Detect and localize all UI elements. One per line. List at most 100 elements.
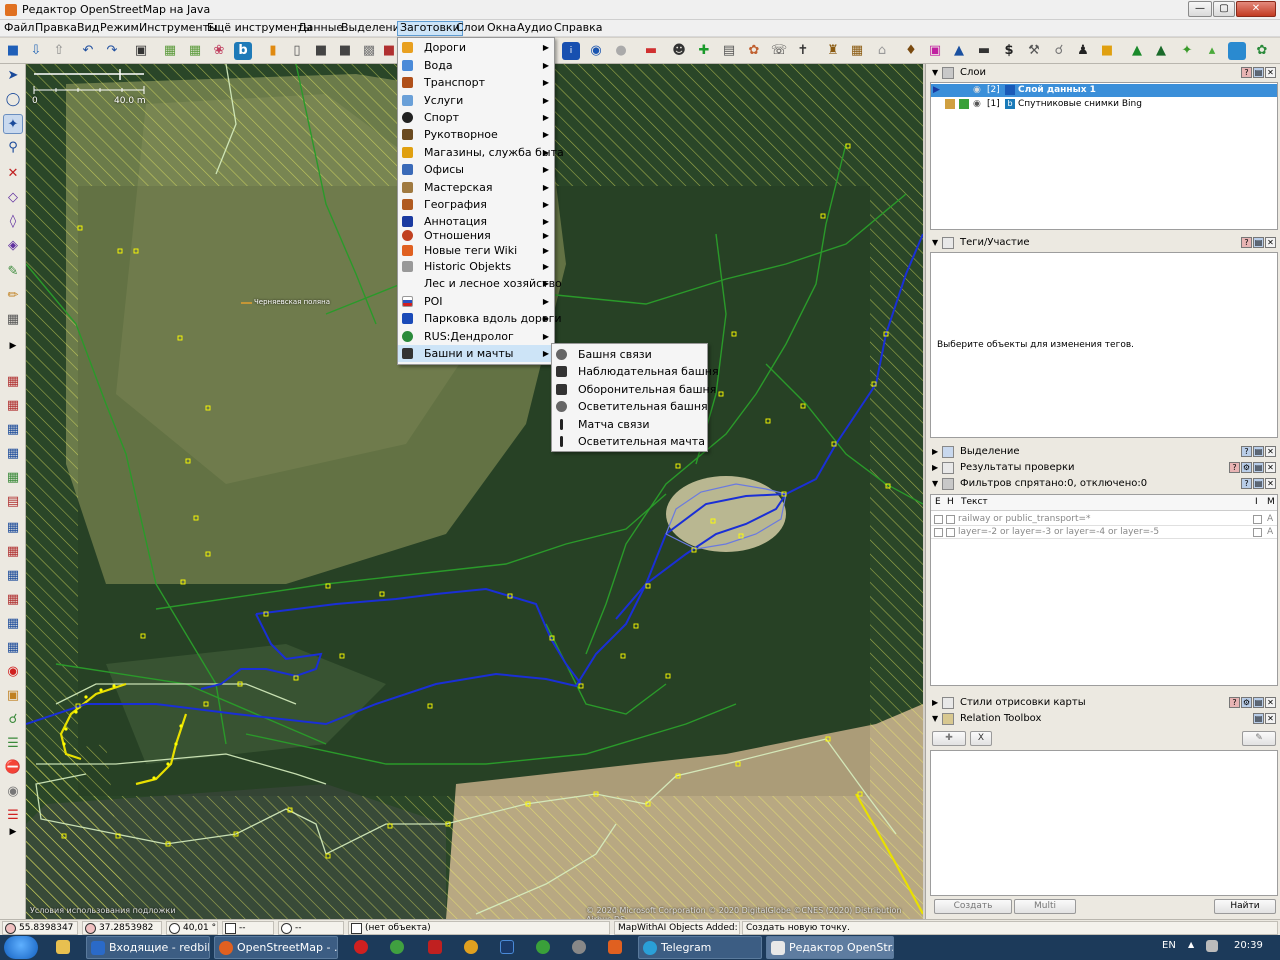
- panel-detach-button[interactable]: ▤: [1253, 713, 1264, 724]
- electronics-preset-icon[interactable]: ▬: [975, 42, 993, 60]
- pencil-tool-icon[interactable]: ✏: [3, 286, 23, 306]
- filter-row[interactable]: railway or public_transport=* A: [931, 513, 1277, 526]
- filter-inverse-checkbox[interactable]: [1253, 528, 1262, 537]
- validation-panel-header[interactable]: ▶ Результаты проверки ? ⚙ ▤ ✕: [930, 461, 1278, 476]
- col-hide[interactable]: H: [947, 495, 954, 510]
- clothes-preset-icon[interactable]: ▲: [950, 42, 968, 60]
- menu-edit[interactable]: Правка: [33, 21, 79, 36]
- preset-services[interactable]: Услуги ▶: [398, 92, 554, 109]
- shelter-preset-icon[interactable]: ⌂: [873, 42, 891, 60]
- toggle-dialog-authors-icon[interactable]: ▦: [3, 542, 23, 562]
- taskbar-telegram[interactable]: Telegram: [638, 936, 762, 959]
- preset-sport[interactable]: Спорт ▶: [398, 109, 554, 126]
- imagery-terms-link[interactable]: Условия использования подложки: [30, 906, 176, 915]
- expand-arrow-icon[interactable]: ▶: [932, 461, 938, 475]
- redo-icon[interactable]: ↷: [103, 42, 121, 60]
- bench-preset-icon[interactable]: ▤: [720, 42, 738, 60]
- russian-flag-icon[interactable]: ▬: [642, 42, 660, 60]
- info-preset-icon[interactable]: i: [562, 42, 580, 60]
- phone-preset-icon[interactable]: ☏: [770, 42, 788, 60]
- taskbar-outlook[interactable]: Входящие - redbik...: [86, 936, 210, 959]
- toggle-dialog-commands-icon[interactable]: ▦: [3, 444, 23, 464]
- wikipedia-icon[interactable]: ◉: [3, 782, 23, 802]
- preset-roads[interactable]: Дороги ▶: [398, 39, 554, 56]
- bing-icon[interactable]: b: [234, 42, 252, 60]
- toggle-dialog-filter-icon[interactable]: ▦: [3, 566, 23, 586]
- relation-toolbox-icon[interactable]: ☌: [3, 710, 23, 730]
- preset-forestry[interactable]: Лес и лесное хозяйство ▶: [398, 275, 562, 292]
- collapse-arrow-icon[interactable]: ▼: [932, 236, 938, 250]
- file-explorer-icon[interactable]: [56, 940, 70, 954]
- garage-preset-icon[interactable]: ■: [336, 42, 354, 60]
- barrier-preset-icon[interactable]: ■: [380, 42, 398, 60]
- clip-preset-icon[interactable]: ☌: [1050, 42, 1068, 60]
- panel-help-button[interactable]: ?: [1241, 478, 1252, 489]
- preset-shops[interactable]: Магазины, служба быта ▶: [398, 144, 564, 161]
- filter-row[interactable]: layer=-2 or layer=-3 or layer=-4 or laye…: [931, 526, 1277, 539]
- toggle-dialog-relations-icon[interactable]: ▦: [3, 590, 23, 610]
- toggle-dialog-notes-icon[interactable]: ▦: [3, 614, 23, 634]
- lasso-tool-icon[interactable]: ◯: [3, 90, 23, 110]
- tray-expand-icon[interactable]: ▲: [1188, 940, 1194, 949]
- filter-inverse-checkbox[interactable]: [1253, 515, 1262, 524]
- map-pin-icon[interactable]: ◉: [3, 662, 23, 682]
- forest-preset-icon[interactable]: ▲: [1152, 42, 1170, 60]
- map-styles-panel-header[interactable]: ▶ Стили отрисовки карты ? ⚙ ▤ ✕: [930, 696, 1278, 711]
- gear-icon[interactable]: ❀: [210, 42, 228, 60]
- preset-new-wiki-tags[interactable]: Новые теги Wiki ▶: [398, 242, 554, 259]
- start-button[interactable]: [4, 936, 38, 959]
- panel-detach-button[interactable]: ▤: [1253, 67, 1264, 78]
- shop-cart-icon[interactable]: ▣: [926, 42, 944, 60]
- no-entry-icon[interactable]: ⛔: [3, 758, 23, 778]
- multi-button[interactable]: Multi: [1014, 899, 1076, 914]
- create-button[interactable]: Создать: [934, 899, 1012, 914]
- filter-enable-checkbox[interactable]: [934, 515, 943, 524]
- taskbar-firefox[interactable]: OpenStreetMap - ...: [214, 936, 338, 959]
- menu-help[interactable]: Справка: [552, 21, 604, 36]
- panel-close-button[interactable]: ✕: [1265, 697, 1276, 708]
- selection-panel-header[interactable]: ▶ Выделение ? ▤ ✕: [930, 445, 1278, 460]
- preset-street-parking[interactable]: Парковка вдоль дороги ▶: [398, 310, 562, 327]
- imagery-icon[interactable]: ▦: [186, 42, 204, 60]
- opera-icon[interactable]: [354, 940, 368, 954]
- clock[interactable]: 20:39: [1234, 940, 1263, 951]
- toggle-dialog-validation-icon[interactable]: ▦: [3, 518, 23, 538]
- person-preset-icon[interactable]: ♟: [1074, 42, 1092, 60]
- panel-help-button[interactable]: ?: [1241, 446, 1252, 457]
- upload-icon[interactable]: ⇧: [50, 42, 68, 60]
- improve-way-icon[interactable]: ◊: [3, 212, 23, 232]
- preset-historic-objects[interactable]: Historic Objekts ▶: [398, 258, 554, 275]
- toggle-dialog-selection-icon[interactable]: ▦: [3, 420, 23, 440]
- close-button[interactable]: ✕: [1236, 1, 1276, 17]
- open-file-icon[interactable]: ■: [4, 42, 22, 60]
- filter-hide-checkbox[interactable]: [946, 528, 955, 537]
- expand-arrow-icon[interactable]: ▶: [932, 445, 938, 459]
- panel-settings-button[interactable]: ⚙: [1241, 697, 1252, 708]
- collapse-arrow-icon[interactable]: ▼: [932, 712, 938, 726]
- theatre-preset-icon[interactable]: ☻: [670, 42, 688, 60]
- filter-hide-checkbox[interactable]: [946, 515, 955, 524]
- shrub-preset-icon[interactable]: ✦: [1178, 42, 1196, 60]
- visibility-eye-icon[interactable]: ◉: [973, 98, 981, 110]
- minimize-button[interactable]: —: [1188, 1, 1212, 17]
- col-inverse[interactable]: I: [1255, 495, 1258, 510]
- panel-help-button[interactable]: ?: [1229, 462, 1240, 473]
- taskbar-josm[interactable]: Редактор OpenStr...: [766, 936, 894, 959]
- clear-button[interactable]: X: [970, 731, 992, 746]
- preset-communication-mast[interactable]: Матча связи: [552, 416, 707, 433]
- preset-lighting-mast[interactable]: Осветительная мачта: [552, 433, 707, 450]
- panel-close-button[interactable]: ✕: [1265, 67, 1276, 78]
- zoom-tool-icon[interactable]: ⚲: [3, 138, 23, 158]
- panel-help-button[interactable]: ?: [1229, 697, 1240, 708]
- pointer-tool-icon[interactable]: ▣: [3, 686, 23, 706]
- house-preset-icon[interactable]: ■: [312, 42, 330, 60]
- menu-windows[interactable]: Окна: [485, 21, 518, 36]
- app-icon[interactable]: [464, 940, 478, 954]
- playground-preset-icon[interactable]: ✿: [745, 42, 763, 60]
- collapse-arrow-icon[interactable]: ▼: [932, 66, 938, 80]
- menu-audio[interactable]: Аудио: [515, 21, 555, 36]
- toggle-dialog-tags-icon[interactable]: ▦: [3, 396, 23, 416]
- panel-detach-button[interactable]: ▤: [1253, 237, 1264, 248]
- panel-close-button[interactable]: ✕: [1265, 713, 1276, 724]
- extrude-tool-icon[interactable]: ◈: [3, 236, 23, 256]
